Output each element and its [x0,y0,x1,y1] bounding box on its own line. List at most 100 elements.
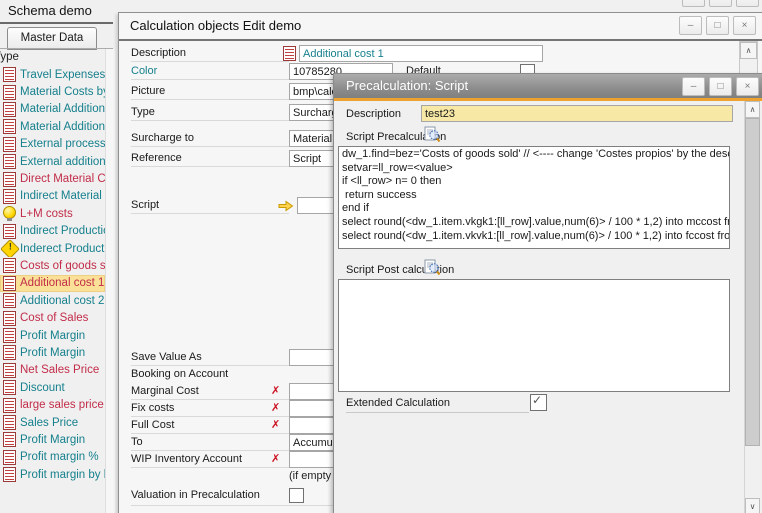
sidebar-column-header: Type [0,51,30,66]
sidebar-item-l-m-costs[interactable]: L+M costs [0,205,105,222]
sidebar-item-label: Cost of Sales [20,312,105,324]
sidebar-item-costs-of-goods-sold[interactable]: Costs of goods sold [0,257,105,274]
close-icon[interactable]: × [736,0,759,7]
sidebar-item-label: Inderect Production [20,243,105,255]
scrollbar-thumb[interactable] [745,118,760,446]
script-post-preview-icon[interactable] [424,259,441,281]
sidebar-item-label: Profit Margin [20,330,105,342]
sidebar-item-net-sales-price[interactable]: Net Sales Price [0,362,105,379]
sidebar-item-label: External processing [20,138,105,150]
extended-calculation-checkbox[interactable] [530,394,547,411]
sidebar-item-additional-cost-1[interactable]: Additional cost 1 [0,275,105,292]
sidebar-item-label: Indirect Material Co [20,190,105,202]
doc-icon [3,189,16,204]
doc-icon [3,102,16,117]
sidebar-item-external-processing[interactable]: External processing [0,136,105,153]
sidebar-item-label: Sales Price [20,417,105,429]
sidebar-item-profit-margin-by-ho[interactable]: Profit margin by ho [0,466,105,483]
sidebar-item-label: Direct Material Costs [20,173,105,185]
sidebar-item-profit-margin[interactable]: Profit Margin [0,431,105,448]
precalc-dialog: Precalculation: Script – □ × Description… [333,73,762,513]
maximize-icon[interactable]: □ [709,77,732,96]
extended-calculation-label: Extended Calculation [346,397,450,409]
doc-icon [3,293,16,308]
maximize-icon[interactable]: □ [706,16,729,35]
sidebar-item-material-additional-c[interactable]: Material Additional C [0,118,105,135]
description-label: Description [131,47,186,59]
extended-row-rule [346,412,529,413]
valuation-checkbox[interactable] [289,488,304,503]
invalid-x-icon: ✗ [271,384,280,397]
invalid-x-icon: ✗ [271,401,280,414]
script-preview-icon[interactable] [424,126,441,148]
sidebar-scrollbar[interactable] [105,49,115,513]
scroll-up-icon[interactable]: ∧ [745,101,760,118]
doc-icon [3,432,16,447]
bulb-icon [3,206,16,219]
precalc-description-input[interactable] [421,105,733,122]
close-icon[interactable]: × [736,77,759,96]
doc-icon [3,328,16,343]
fix-costs-label: Fix costs [131,402,174,414]
precalc-scrollbar[interactable]: ∧ ∨ [744,101,760,513]
app-title: Schema demo [8,3,92,18]
minimize-icon[interactable]: – [682,0,705,7]
sidebar-item-material-additional-c[interactable]: Material Additional C [0,101,105,118]
sidebar-item-material-costs-by-bi[interactable]: Material Costs by Bi [0,83,105,100]
type-label: Type [131,106,155,118]
precalc-description-label: Description [346,108,401,120]
sidebar-item-inderect-production[interactable]: Inderect Production [0,240,105,257]
minimize-icon[interactable]: – [679,16,702,35]
wip-account-label: WIP Inventory Account [131,453,242,465]
dialog-window-controls: – □ × [679,16,756,35]
sidebar-item-indirect-material-co[interactable]: Indirect Material Co [0,188,105,205]
scroll-up-icon[interactable]: ∧ [740,42,757,59]
column-header-label: Type [0,51,19,63]
sidebar-item-label: L+M costs [20,208,105,220]
invalid-x-icon: ✗ [271,418,280,431]
sidebar-item-label: Travel Expenses [20,69,105,81]
description-input[interactable] [299,45,543,62]
doc-icon [3,467,16,482]
doc-icon [3,311,16,326]
yellow-arrow-icon[interactable] [278,199,294,217]
doc-icon [3,119,16,134]
sidebar-item-travel-expenses[interactable]: Travel Expenses [0,66,105,83]
sidebar-item-label: Additional cost 1 [20,277,105,289]
sidebar-item-large-sales-price[interactable]: large sales price [0,396,105,413]
sidebar-item-direct-material-costs[interactable]: Direct Material Costs [0,170,105,187]
warning-icon [0,240,20,257]
script-label: Script [131,199,159,211]
sidebar-item-cost-of-sales[interactable]: Cost of Sales [0,309,105,326]
color-label: Color [131,65,157,77]
to-label: To [131,436,143,448]
minimize-icon[interactable]: – [682,77,705,96]
precalc-title: Precalculation: Script [346,78,468,93]
sidebar-item-external-additional-c[interactable]: External additional c [0,153,105,170]
script-precalc-textarea[interactable]: dw_1.find=bez='Costs of goods sold' // <… [338,146,730,249]
accent-bar [334,98,762,101]
scroll-down-icon[interactable]: ∨ [745,498,760,513]
maximize-icon[interactable]: □ [709,0,732,7]
sidebar-item-label: Profit Margin [20,434,105,446]
sidebar-item-label: Costs of goods sold [20,260,105,272]
doc-icon [3,363,16,378]
sidebar-item-profit-margin[interactable]: Profit Margin [0,327,105,344]
sidebar-item-label: Discount [20,382,105,394]
sidebar-item-label: Additional cost 2 [20,295,105,307]
script-precalc-text: dw_1.find=bez='Costs of goods sold' // <… [339,147,729,244]
tab-master-data[interactable]: Master Data [7,27,97,50]
sidebar-item-additional-cost-2[interactable]: Additional cost 2 [0,292,105,309]
sidebar-item-profit-margin[interactable]: Profit margin % [0,449,105,466]
sidebar-item-profit-margin[interactable]: Profit Margin [0,344,105,361]
close-icon[interactable]: × [733,16,756,35]
precalc-titlebar[interactable]: Precalculation: Script – □ × [334,74,762,98]
booking-on-account-label: Booking on Account [131,368,228,380]
sidebar-item-sales-price[interactable]: Sales Price [0,414,105,431]
dialog-divider [119,39,762,41]
if-empty-note: (if empty [289,470,331,482]
sidebar-item-label: Material Additional C [20,121,105,133]
sidebar-item-indirect-production[interactable]: Indirect Production [0,223,105,240]
sidebar-item-discount[interactable]: Discount [0,379,105,396]
script-post-textarea[interactable] [338,279,730,392]
